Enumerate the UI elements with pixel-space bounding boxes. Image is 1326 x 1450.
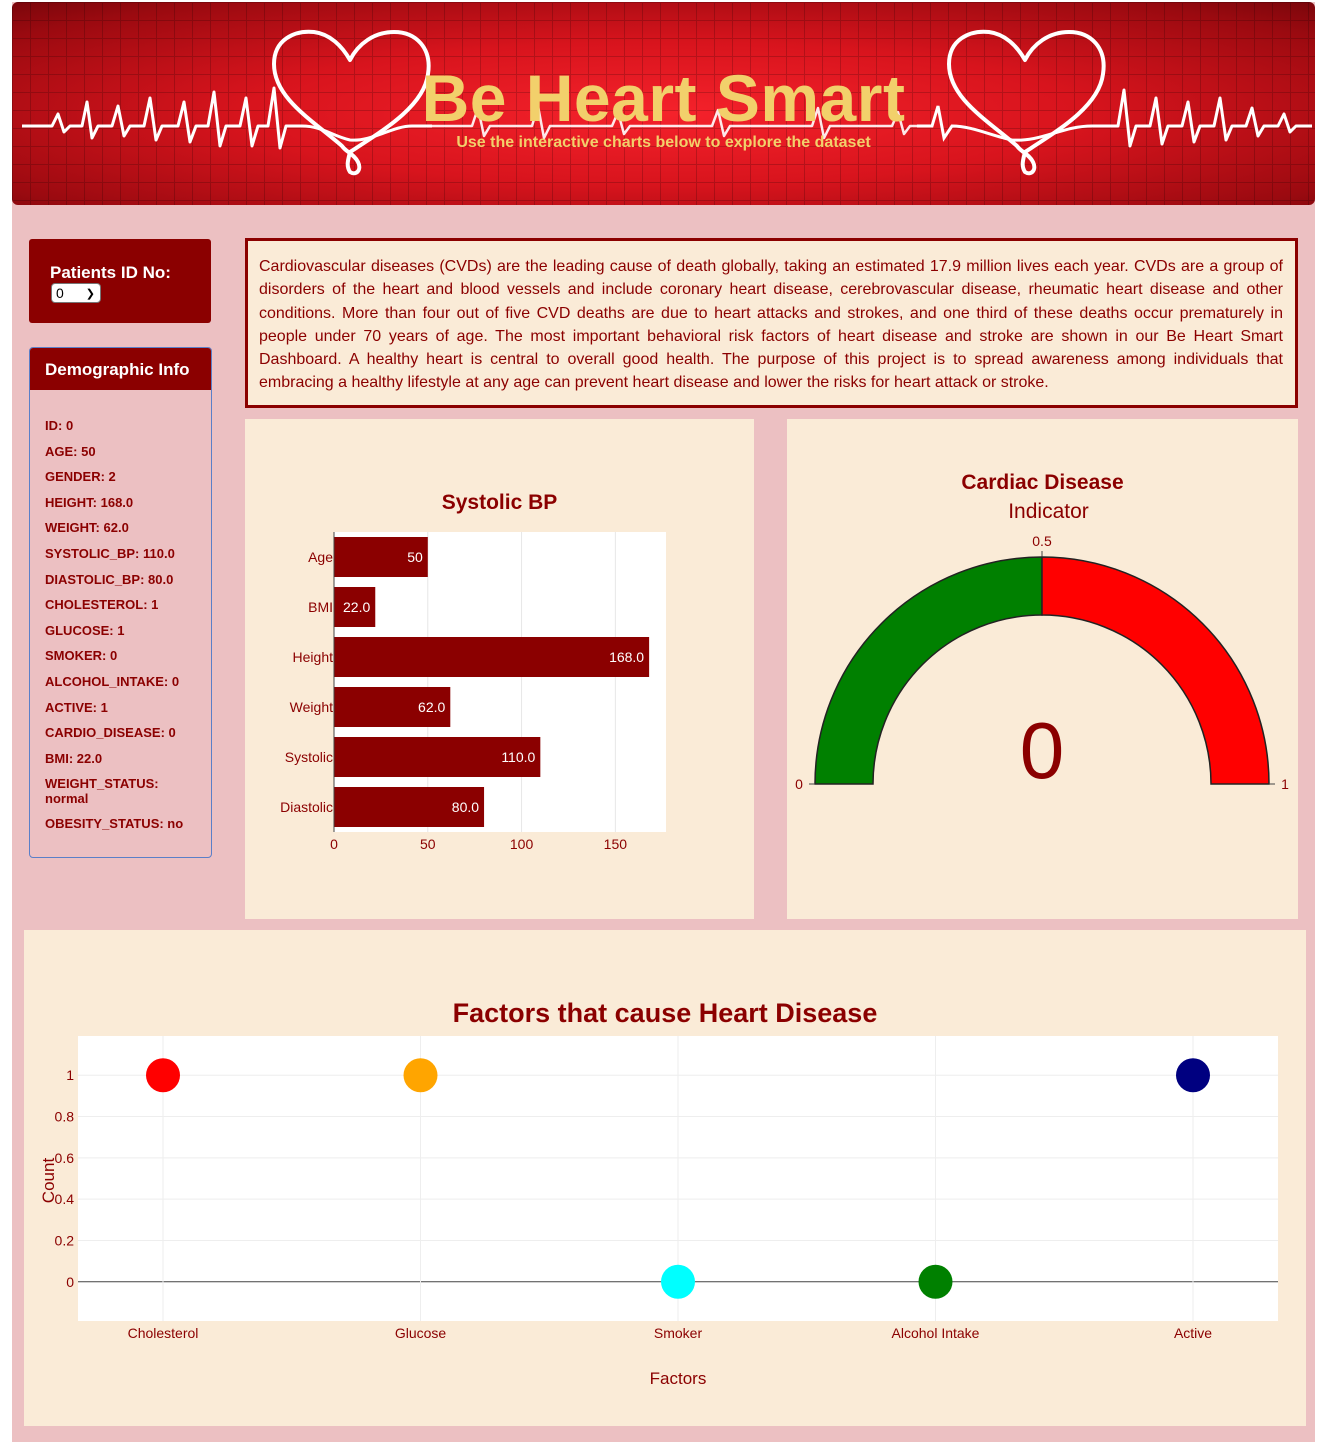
demo-item-cardio-disease: CARDIO_DISEASE: 0 [45, 725, 176, 741]
scatter-point[interactable] [1176, 1058, 1210, 1093]
demo-item-bmi: BMI: 22.0 [45, 750, 103, 766]
bar-category-label: Systolic [285, 749, 333, 765]
cardiac-disease-card: Cardiac Disease Indicator 0 0.5 1 0 [787, 419, 1298, 919]
bar-value-label: 80.0 [452, 799, 479, 815]
scatter-point[interactable] [146, 1058, 180, 1093]
patient-id-select[interactable]: 0 ❯ [51, 283, 101, 303]
page-title: Be Heart Smart [421, 61, 906, 135]
gauge-band [1041, 556, 1270, 785]
demographic-info-panel: Demographic Info ID: 0 AGE: 50 GENDER: 2… [29, 347, 212, 858]
bar[interactable] [334, 637, 650, 677]
scatter-y-tick-label: 0.8 [55, 1109, 75, 1125]
gauge-value: 0 [1020, 706, 1065, 795]
scatter-x-tick-label: Smoker [654, 1325, 703, 1341]
bar-x-tick-label: 50 [420, 836, 436, 852]
demo-item-smoker: SMOKER: 0 [45, 648, 118, 664]
gauge-tick-label: 0.5 [1032, 533, 1052, 549]
patient-selector-panel: Patients ID No: 0 ❯ [29, 239, 211, 323]
gauge-tick-label: 0 [795, 776, 803, 792]
factors-card: Factors that cause Heart Disease 0 0.2 0.4… [24, 930, 1306, 1426]
demo-item-active: ACTIVE: 1 [45, 699, 108, 715]
scatter-point[interactable] [918, 1264, 953, 1299]
demographic-info-list: ID: 0 AGE: 50 GENDER: 2 HEIGHT: 168.0 WE… [45, 418, 205, 842]
bar-category-label: Height [293, 649, 334, 665]
bar-value-label: 110.0 [501, 749, 535, 765]
gauge-chart: 0 0.5 1 0 [795, 533, 1289, 795]
scatter-chart: 00.20.40.60.81Cholesterol Glucose Smoker Al… [39, 1036, 1278, 1388]
dashboard: Be Heart Smart Use the interactive chart… [12, 2, 1315, 1442]
bar-value-label: 22.0 [343, 599, 370, 615]
patient-id-value: 0 [56, 285, 64, 301]
bar-x-tick-label: 0 [330, 836, 338, 852]
bar-x-tick-label: 150 [604, 836, 628, 852]
scatter-point[interactable] [661, 1264, 695, 1299]
bar-x-tick-label: 100 [510, 836, 534, 852]
bar-category-label: Age [308, 549, 333, 565]
demo-item-cholesterol: CHOLESTEROL: 1 [45, 597, 159, 613]
demo-item-diastolic-bp: DIASTOLIC_BP: 80.0 [45, 571, 174, 587]
scatter-y-tick-label: 0.2 [55, 1232, 75, 1248]
bar-category-label: Weight [290, 699, 333, 715]
info-description-box: Cardiovascular diseases (CVDs) are the l… [245, 238, 1298, 408]
bar-value-label: 50 [407, 549, 423, 565]
chevron-down-icon: ❯ [85, 288, 95, 300]
demo-item-obesity-status: OBESITY_STATUS: no [45, 816, 184, 832]
bar-chart: 0 50 100 150 50 Age 22.0 BMI 168.0 Height 62.0 Weig… [280, 532, 666, 852]
gauge-tick-label: 1 [1281, 776, 1289, 792]
info-description-text: Cardiovascular diseases (CVDs) are the l… [259, 258, 1283, 392]
systolic-bp-card: Systolic BP 0 50 100 150 50 Age 22.0 BMI 168.0 He… [245, 419, 754, 919]
scatter-x-tick-label: Alcohol Intake [892, 1325, 980, 1341]
scatter-point[interactable] [403, 1058, 438, 1093]
demo-item-gender: GENDER: 2 [45, 469, 116, 485]
demo-item-id: ID: 0 [45, 418, 74, 433]
scatter-x-axis-label: Factors [650, 1369, 707, 1388]
demo-item-age: AGE: 50 [45, 443, 96, 459]
bar-category-label: BMI [308, 599, 333, 615]
patient-id-label: Patients ID No: [50, 263, 171, 282]
demographic-info-title: Demographic Info [30, 348, 211, 390]
scatter-y-tick-label: 0 [66, 1274, 74, 1290]
scatter-x-tick-label: Active [1174, 1325, 1212, 1341]
demo-item-glucose: GLUCOSE: 1 [45, 622, 125, 638]
scatter-x-tick-label: Cholesterol [128, 1325, 199, 1341]
header-banner: Be Heart Smart Use the interactive chart… [12, 2, 1315, 205]
bar-value-label: 62.0 [418, 699, 445, 715]
demo-item-alcohol-intake: ALCOHOL_INTAKE: 0 [45, 673, 180, 689]
bar-category-label: Diastolic [280, 799, 333, 815]
demo-item-weight: WEIGHT: 62.0 [45, 520, 129, 536]
demo-item-weight-status: WEIGHT_STATUS: normal [45, 776, 159, 807]
demo-item-height: HEIGHT: 168.0 [45, 494, 134, 510]
gauge-band [814, 556, 1043, 785]
demo-item-systolic-bp: SYSTOLIC_BP: 110.0 [45, 545, 175, 561]
bar-value-label: 168.0 [609, 649, 644, 665]
scatter-x-tick-label: Glucose [395, 1325, 447, 1341]
page-subtitle: Use the interactive charts below to expl… [456, 134, 871, 151]
scatter-y-axis-label: Count [39, 1158, 58, 1204]
scatter-y-tick-label: 1 [66, 1067, 74, 1083]
